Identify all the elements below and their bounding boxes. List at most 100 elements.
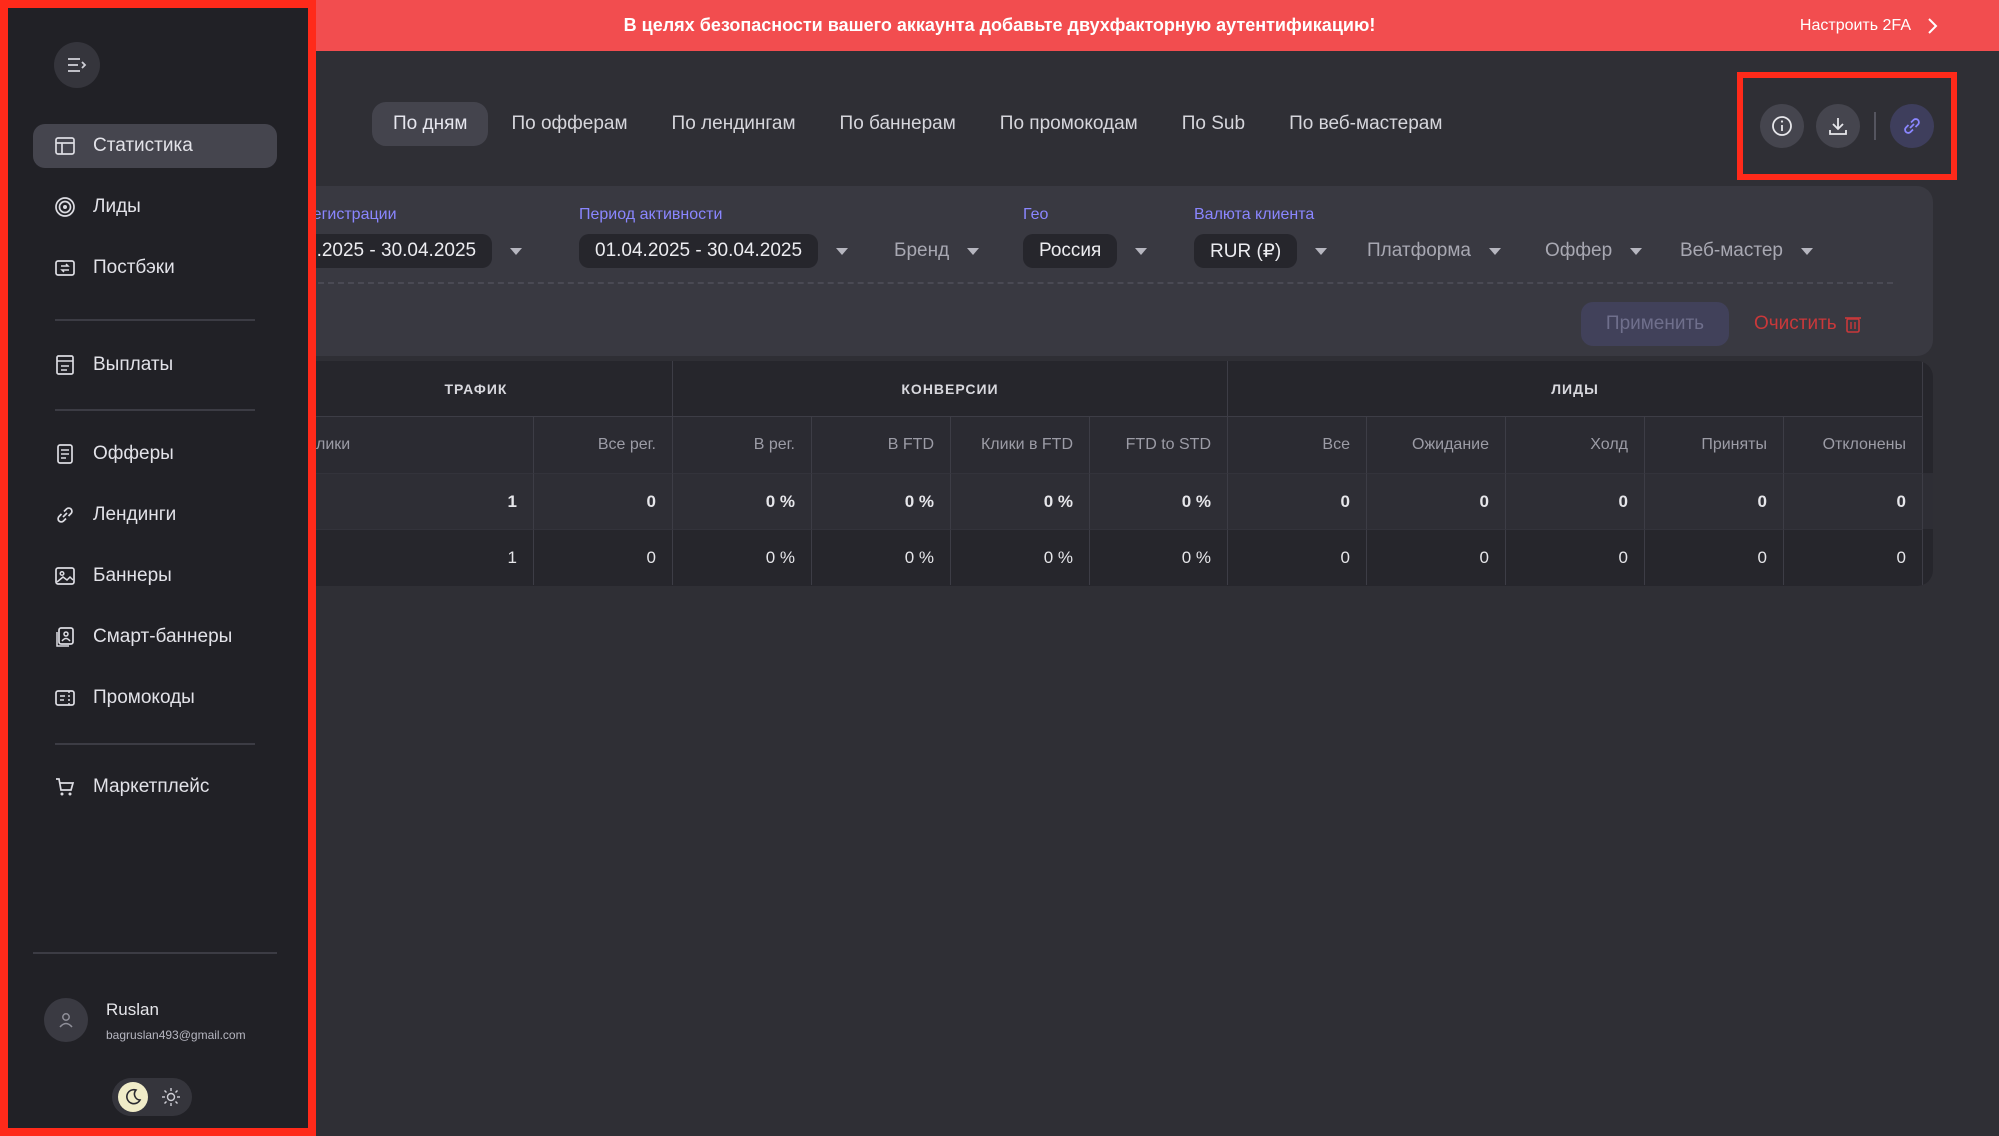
table-icon	[55, 137, 75, 155]
filter-offer: Оффер	[1545, 206, 1643, 268]
col-header-ftd-rate[interactable]: В FTD	[812, 417, 951, 473]
sidebar-item-landings[interactable]: Лендинги	[33, 493, 277, 537]
activity-period-select[interactable]: 01.04.2025 - 30.04.2025	[579, 234, 819, 268]
col-header-rejected[interactable]: Отклонены	[1784, 417, 1923, 473]
avatar[interactable]	[44, 998, 88, 1042]
info-button[interactable]	[1760, 104, 1804, 148]
filters-divider	[298, 282, 1893, 284]
download-button[interactable]	[1816, 104, 1860, 148]
sidebar-item-payouts[interactable]: Выплаты	[33, 343, 277, 387]
filter-registration-label: д регистрации	[290, 206, 397, 223]
theme-toggle[interactable]	[112, 1078, 192, 1116]
col-header-pending[interactable]: Ожидание	[1367, 417, 1506, 473]
sidebar-item-smart-banners[interactable]: Смарт-баннеры	[33, 615, 277, 659]
filter-activity-label: Период активности	[579, 206, 723, 223]
tab-by-landings[interactable]: По лендингам	[651, 102, 817, 146]
col-header-leads-all[interactable]: Все	[1228, 417, 1367, 473]
banner-message: В целях безопасности вашего аккаунта доб…	[623, 15, 1376, 35]
cart-icon	[56, 778, 75, 796]
table-cell: 1	[280, 529, 534, 585]
sidebar-item-label: Выплаты	[93, 354, 174, 375]
sidebar-item-postbacks[interactable]: Постбэки	[33, 246, 277, 290]
clear-button[interactable]: Очистить	[1754, 302, 1861, 346]
tab-by-banners[interactable]: По баннерам	[819, 102, 977, 146]
sidebar-item-banners[interactable]: Баннеры	[33, 554, 277, 598]
table-cell: 0	[1506, 529, 1645, 585]
table-cell: 0 %	[812, 529, 951, 585]
sidebar-item-marketplace[interactable]: Маркетплейс	[33, 765, 277, 809]
tab-by-promocodes[interactable]: По промокодам	[979, 102, 1159, 146]
filter-registration: д регистрации 4.2025 - 30.04.2025	[290, 206, 523, 268]
filter-platform: Платформа	[1367, 206, 1501, 268]
offer-select[interactable]: Оффер	[1545, 240, 1612, 262]
col-header-accepted[interactable]: Приняты	[1645, 417, 1784, 473]
col-header-hold[interactable]: Холд	[1506, 417, 1645, 473]
chevron-down-icon[interactable]	[836, 247, 849, 255]
sidebar-item-label: Постбэки	[93, 257, 175, 278]
trash-icon	[1844, 317, 1861, 333]
chevron-down-icon[interactable]	[1630, 247, 1643, 255]
currency-select[interactable]: RUR (₽)	[1194, 234, 1298, 268]
download-icon	[1829, 118, 1847, 135]
light-theme-option[interactable]	[156, 1082, 186, 1112]
col-header-clicks[interactable]: лики	[280, 417, 534, 473]
filter-webmaster: Веб-мастер	[1680, 206, 1813, 268]
filter-currency: Валюта клиента RUR (₽)	[1194, 206, 1328, 268]
sidebar-item-label: Статистика	[93, 135, 193, 156]
tab-by-days[interactable]: По дням	[372, 102, 489, 146]
chevron-down-icon[interactable]	[1489, 247, 1501, 255]
tab-by-webmasters[interactable]: По веб-мастерам	[1268, 102, 1463, 146]
action-separator	[1874, 112, 1876, 140]
table-cell: 0 %	[1090, 473, 1228, 529]
col-header-reg-rate[interactable]: В рег.	[673, 417, 812, 473]
sidebar-item-label: Смарт-баннеры	[93, 626, 233, 647]
user-name: Ruslan	[106, 1000, 159, 1019]
sidebar-item-leads[interactable]: Лиды	[33, 185, 277, 229]
link-button[interactable]	[1890, 104, 1934, 148]
payout-icon	[56, 355, 74, 375]
menu-collapse-icon	[68, 58, 87, 72]
table-cell: 0 %	[1090, 529, 1228, 585]
chevron-down-icon[interactable]	[510, 247, 523, 255]
sidebar-item-offers[interactable]: Офферы	[33, 432, 277, 476]
filter-geo-label: Гео	[1023, 206, 1049, 223]
document-icon	[57, 444, 73, 464]
table-cell: 0	[1645, 473, 1784, 529]
tab-by-sub[interactable]: По Sub	[1161, 102, 1266, 146]
brand-select[interactable]: Бренд	[894, 240, 949, 262]
geo-select[interactable]: Россия	[1023, 234, 1118, 268]
col-header-all-reg[interactable]: Все рег.	[534, 417, 673, 473]
chevron-down-icon[interactable]	[967, 247, 980, 255]
table-cell: 0	[534, 529, 673, 585]
chevron-right-icon	[1928, 17, 1938, 34]
table-cell: 0	[534, 473, 673, 529]
apply-button[interactable]: Применить	[1581, 302, 1729, 346]
col-header-clicks-to-ftd[interactable]: Клики в FTD	[951, 417, 1090, 473]
chevron-down-icon[interactable]	[1315, 247, 1328, 255]
sidebar-item-label: Промокоды	[93, 687, 195, 708]
user-email: bagruslan493@gmail.com	[106, 1028, 246, 1042]
chevron-down-icon[interactable]	[1801, 247, 1813, 255]
chevron-down-icon[interactable]	[1135, 247, 1148, 255]
link-icon	[57, 507, 73, 523]
platform-select[interactable]: Платформа	[1367, 240, 1471, 262]
sidebar: Статистика Лиды Постбэки Выплаты Офферы …	[0, 0, 316, 1136]
col-header-ftd-to-std[interactable]: FTD to STD	[1090, 417, 1228, 473]
dark-theme-option[interactable]	[118, 1082, 148, 1112]
group-header-conversions: КОНВЕРСИИ	[673, 361, 1228, 417]
image-icon	[55, 567, 75, 585]
webmaster-select[interactable]: Веб-мастер	[1680, 240, 1783, 262]
collapse-sidebar-button[interactable]	[54, 42, 100, 88]
sidebar-item-promocodes[interactable]: Промокоды	[33, 676, 277, 720]
setup-2fa-link[interactable]: Настроить 2FA	[1800, 0, 1939, 51]
postback-icon	[55, 260, 75, 276]
table-cell: 1	[280, 473, 534, 529]
table-cell: 0 %	[951, 473, 1090, 529]
filter-geo: Гео Россия	[1023, 206, 1148, 268]
registration-period-select[interactable]: 4.2025 - 30.04.2025	[290, 234, 493, 268]
tab-by-offers[interactable]: По офферам	[490, 102, 648, 146]
sidebar-item-label: Офферы	[93, 443, 174, 464]
filter-currency-label: Валюта клиента	[1194, 206, 1315, 223]
target-icon	[55, 197, 75, 217]
sidebar-item-statistics[interactable]: Статистика	[33, 124, 277, 168]
